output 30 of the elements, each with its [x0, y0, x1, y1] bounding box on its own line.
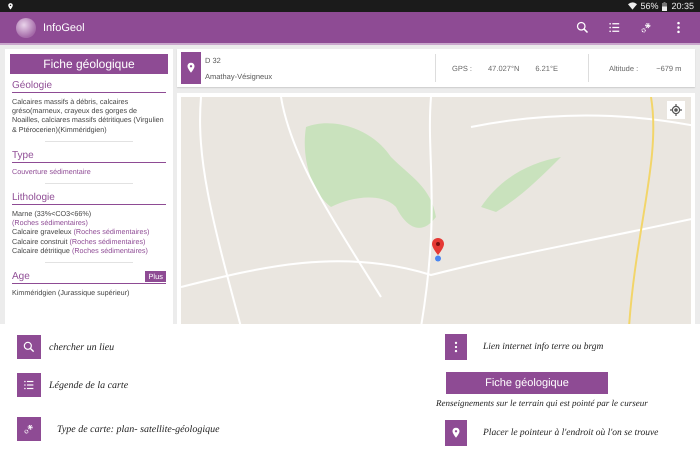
map-marker-icon[interactable] [432, 238, 444, 262]
location-pin-icon [6, 2, 15, 10]
section-heading: Lithologie [12, 192, 56, 204]
my-location-button[interactable] [667, 101, 685, 119]
legend-text: Lien internet info terre ou brgm [483, 342, 604, 352]
list-icon [22, 378, 36, 392]
list-icon[interactable] [607, 20, 622, 35]
settings-button[interactable] [17, 417, 41, 441]
wifi-icon [628, 2, 638, 10]
app-logo-icon [16, 18, 36, 38]
legend-text: Placer le pointeur à l'endroit où l'on se trouve [483, 428, 658, 438]
battery-percent: 56% [640, 1, 658, 11]
list-button[interactable] [17, 373, 41, 397]
search-button[interactable] [17, 335, 41, 359]
more-button[interactable] [445, 334, 467, 360]
legend-text: Légende de la carte [49, 380, 128, 390]
legend-text: Type de carte: plan- satellite-géologique [57, 424, 220, 434]
panel-title: Fiche géologique [10, 54, 168, 74]
legend-text: chercher un lieu [49, 342, 114, 352]
section-heading: Age [12, 271, 31, 282]
search-icon[interactable] [575, 20, 590, 35]
app-title: InfoGeol [43, 22, 86, 34]
section-heading: Géologie [12, 80, 54, 91]
location-pin-button[interactable] [445, 420, 467, 446]
legend-text: Renseignements sur le terrain qui est pointé par le curseur [436, 398, 648, 408]
search-icon [22, 340, 36, 354]
sheet-button[interactable]: Fiche géologique [446, 372, 608, 394]
clock-time: 20:35 [671, 1, 694, 11]
battery-icon [662, 2, 668, 10]
section-heading: Type [12, 150, 35, 161]
